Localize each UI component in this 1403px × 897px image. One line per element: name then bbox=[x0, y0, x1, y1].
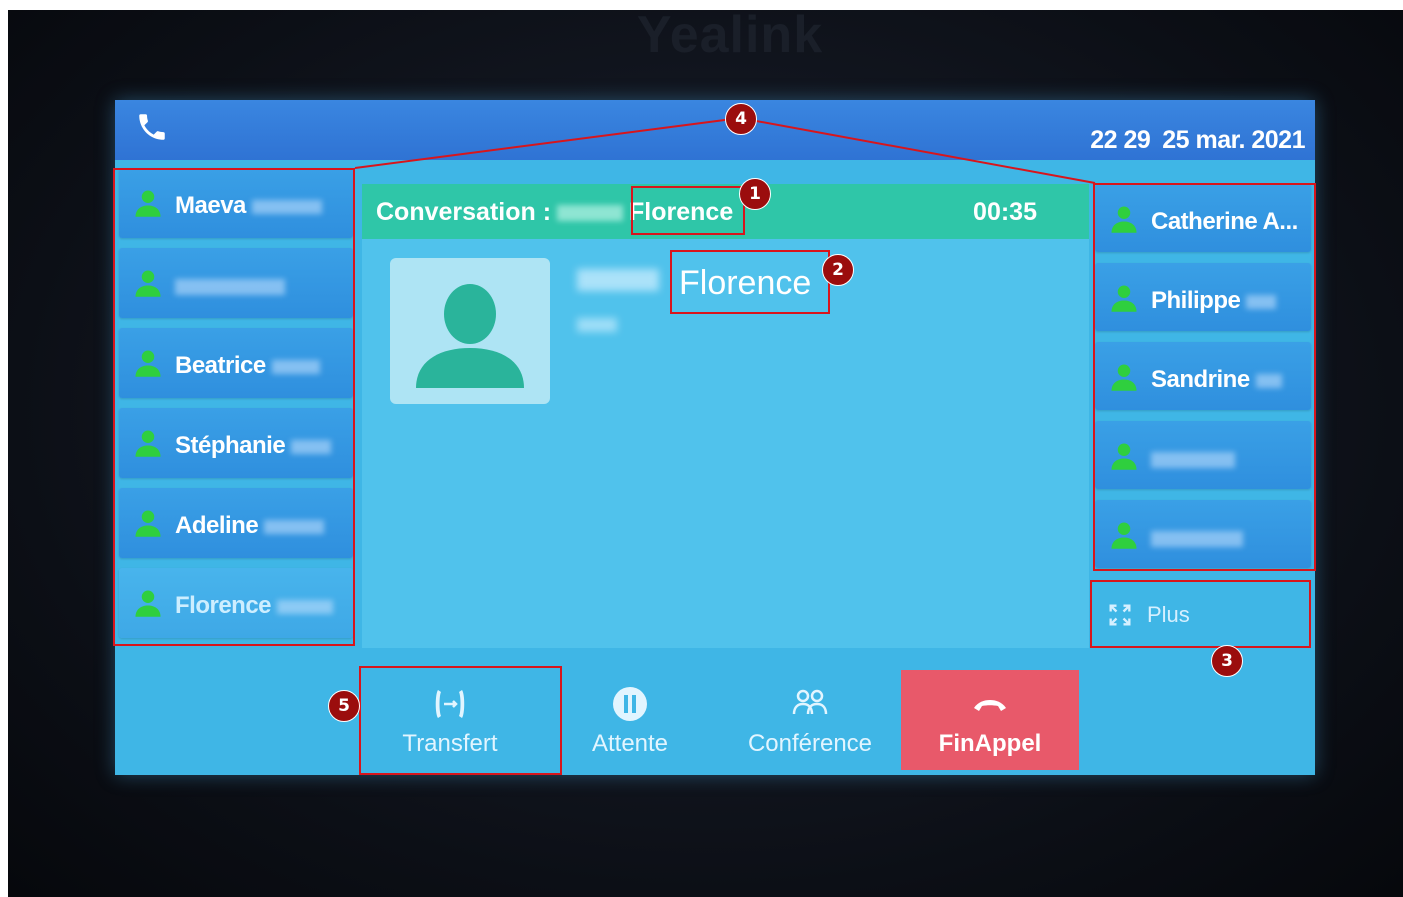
annotation-badge-4: 4 bbox=[725, 103, 757, 135]
annotation-box-right-contacts bbox=[1093, 183, 1316, 571]
annotation-badge-1: 1 bbox=[739, 178, 771, 210]
annotation-box-conversation-name bbox=[631, 186, 745, 235]
annotation-box-caller-name bbox=[670, 250, 830, 314]
annotation-box-transfer bbox=[359, 666, 562, 775]
annotation-badge-5: 5 bbox=[328, 690, 360, 722]
annotation-box-left-contacts bbox=[113, 168, 355, 646]
annotation-badge-3: 3 bbox=[1211, 645, 1243, 677]
annotation-badge-2: 2 bbox=[822, 254, 854, 286]
annotation-box-more bbox=[1090, 580, 1311, 648]
